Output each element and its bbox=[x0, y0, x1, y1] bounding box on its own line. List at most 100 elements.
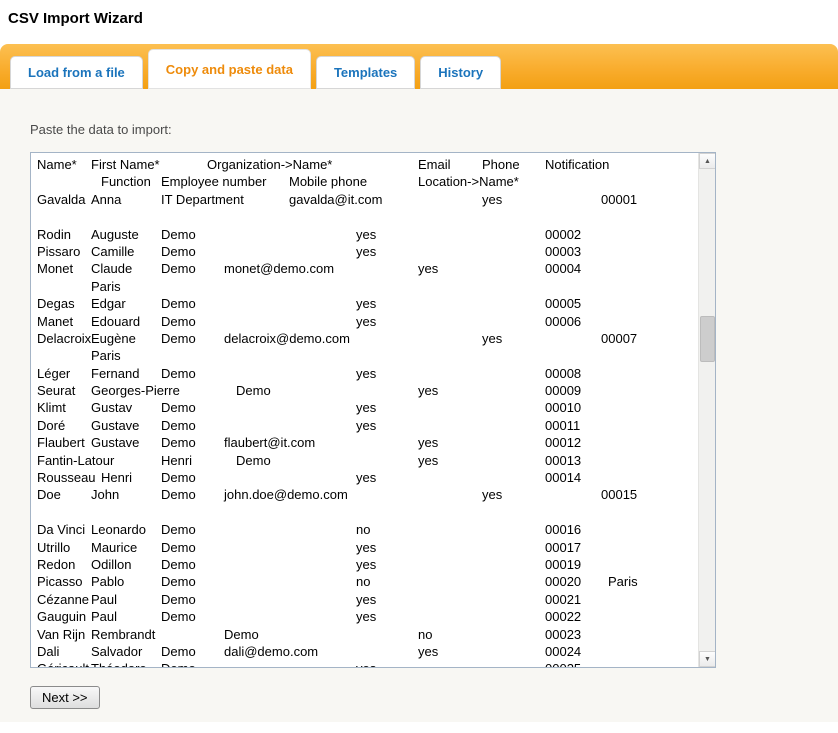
paste-line: RedonOdillonDemoyes00019 bbox=[37, 557, 696, 574]
tab-copy-and-paste-data[interactable]: Copy and paste data bbox=[148, 49, 311, 89]
paste-cell: 00006 bbox=[545, 314, 581, 329]
paste-cell: Paris bbox=[91, 279, 121, 294]
paste-cell: Demo bbox=[236, 453, 271, 468]
paste-cell: Organization->Name* bbox=[207, 157, 332, 172]
paste-cell: Flaubert bbox=[37, 435, 85, 450]
paste-cell: Anna bbox=[91, 192, 121, 207]
paste-cell: monet@demo.com bbox=[224, 261, 334, 276]
paste-cell: yes bbox=[356, 592, 376, 607]
tab-content-panel: Paste the data to import: Name*First Nam… bbox=[0, 89, 838, 722]
paste-line: KlimtGustavDemoyes00010 bbox=[37, 400, 696, 417]
paste-cell: Fernand bbox=[91, 366, 139, 381]
paste-cell: Edouard bbox=[91, 314, 140, 329]
vertical-scrollbar[interactable]: ▲ ▼ bbox=[698, 153, 715, 667]
paste-cell: yes bbox=[482, 331, 502, 346]
paste-cell: yes bbox=[356, 470, 376, 485]
paste-cell: Demo bbox=[161, 296, 196, 311]
paste-cell: Pablo bbox=[91, 574, 124, 589]
paste-cell: dali@demo.com bbox=[224, 644, 318, 659]
paste-cell: 00007 bbox=[601, 331, 637, 346]
paste-line: MonetClaudeDemomonet@demo.comyes00004 bbox=[37, 261, 696, 278]
paste-line: GauguinPaulDemoyes00022 bbox=[37, 609, 696, 626]
paste-cell: 00013 bbox=[545, 453, 581, 468]
paste-cell: yes bbox=[418, 644, 438, 659]
tab-bar: Load from a file Copy and paste dataTempl… bbox=[0, 44, 838, 89]
paste-data-textarea[interactable]: Name*First Name*Organization->Name*Email… bbox=[30, 152, 716, 668]
paste-cell: yes bbox=[356, 366, 376, 381]
paste-cell: no bbox=[418, 627, 432, 642]
paste-line: PissaroCamilleDemoyes00003 bbox=[37, 244, 696, 261]
paste-line: DoréGustaveDemoyes00011 bbox=[37, 418, 696, 435]
paste-cell: 00020 bbox=[545, 574, 581, 589]
paste-cell: Leonardo bbox=[91, 522, 146, 537]
paste-cell: Demo bbox=[161, 644, 196, 659]
paste-cell: Edgar bbox=[91, 296, 126, 311]
paste-cell: 00017 bbox=[545, 540, 581, 555]
paste-cell: yes bbox=[418, 453, 438, 468]
paste-line: Paris bbox=[37, 279, 696, 296]
tab-templates[interactable]: Templates bbox=[316, 56, 415, 89]
paste-line bbox=[37, 505, 696, 522]
page-title: CSV Import Wizard bbox=[8, 10, 838, 27]
scrollbar-thumb[interactable] bbox=[700, 316, 715, 362]
paste-cell: 00005 bbox=[545, 296, 581, 311]
paste-cell: yes bbox=[482, 192, 502, 207]
next-button[interactable]: Next >> bbox=[30, 686, 100, 709]
paste-cell: yes bbox=[356, 244, 376, 259]
paste-cell: 00008 bbox=[545, 366, 581, 381]
paste-cell: Manet bbox=[37, 314, 73, 329]
paste-line: DaliSalvadorDemodali@demo.comyes00024 bbox=[37, 644, 696, 661]
tab-history[interactable]: History bbox=[420, 56, 501, 89]
paste-cell: Utrillo bbox=[37, 540, 70, 555]
paste-cell: Maurice bbox=[91, 540, 137, 555]
tab-load-from-a-file[interactable]: Load from a file bbox=[10, 56, 143, 89]
paste-cell: Rousseau bbox=[37, 470, 96, 485]
paste-cell: Demo bbox=[161, 522, 196, 537]
paste-cell: Degas bbox=[37, 296, 75, 311]
paste-line: GavaldaAnnaIT Departmentgavalda@it.comye… bbox=[37, 192, 696, 209]
paste-cell: yes bbox=[356, 296, 376, 311]
paste-cell: Demo bbox=[224, 627, 259, 642]
paste-cell: Location->Name* bbox=[418, 174, 519, 189]
paste-line: GéricaultThéodoreDemoyes00025 bbox=[37, 661, 696, 667]
paste-cell: Function bbox=[101, 174, 151, 189]
paste-cell: 00025 bbox=[545, 661, 581, 667]
paste-cell: john.doe@demo.com bbox=[224, 487, 348, 502]
paste-text-layer: Name*First Name*Organization->Name*Email… bbox=[37, 157, 696, 667]
paste-cell: Doe bbox=[37, 487, 61, 502]
scroll-up-icon[interactable]: ▲ bbox=[699, 153, 716, 169]
paste-cell: Monet bbox=[37, 261, 73, 276]
paste-line: FlaubertGustaveDemoflaubert@it.comyes000… bbox=[37, 435, 696, 452]
paste-line: LégerFernandDemoyes00008 bbox=[37, 366, 696, 383]
paste-cell: Salvador bbox=[91, 644, 142, 659]
paste-cell: Gustav bbox=[91, 400, 132, 415]
paste-cell: Demo bbox=[161, 261, 196, 276]
paste-cell: flaubert@it.com bbox=[224, 435, 315, 450]
tab-label: History bbox=[438, 65, 483, 80]
paste-cell: 00009 bbox=[545, 383, 581, 398]
paste-cell: Van Rijn bbox=[37, 627, 85, 642]
paste-line: UtrilloMauriceDemoyes00017 bbox=[37, 540, 696, 557]
paste-cell: Demo bbox=[161, 331, 196, 346]
paste-cell: Employee number bbox=[161, 174, 267, 189]
paste-cell: yes bbox=[356, 400, 376, 415]
paste-cell: Paul bbox=[91, 592, 117, 607]
paste-cell: Picasso bbox=[37, 574, 83, 589]
paste-cell: yes bbox=[418, 435, 438, 450]
paste-cell: Demo bbox=[161, 609, 196, 624]
paste-cell: yes bbox=[356, 314, 376, 329]
paste-cell: Paul bbox=[91, 609, 117, 624]
paste-cell: Seurat bbox=[37, 383, 75, 398]
paste-cell: no bbox=[356, 574, 370, 589]
scroll-down-icon[interactable]: ▼ bbox=[699, 651, 716, 667]
paste-cell: Auguste bbox=[91, 227, 139, 242]
paste-cell: Demo bbox=[161, 470, 196, 485]
paste-cell: Rodin bbox=[37, 227, 71, 242]
paste-line: SeuratGeorges-PierreDemoyes00009 bbox=[37, 383, 696, 400]
paste-line: ManetEdouardDemoyes00006 bbox=[37, 314, 696, 331]
paste-cell: no bbox=[356, 522, 370, 537]
paste-line: Name*First Name*Organization->Name*Email… bbox=[37, 157, 696, 174]
tab-label: Load from a file bbox=[28, 65, 125, 80]
paste-cell: Demo bbox=[161, 366, 196, 381]
paste-line: DelacroixEugèneDemodelacroix@demo.comyes… bbox=[37, 331, 696, 348]
